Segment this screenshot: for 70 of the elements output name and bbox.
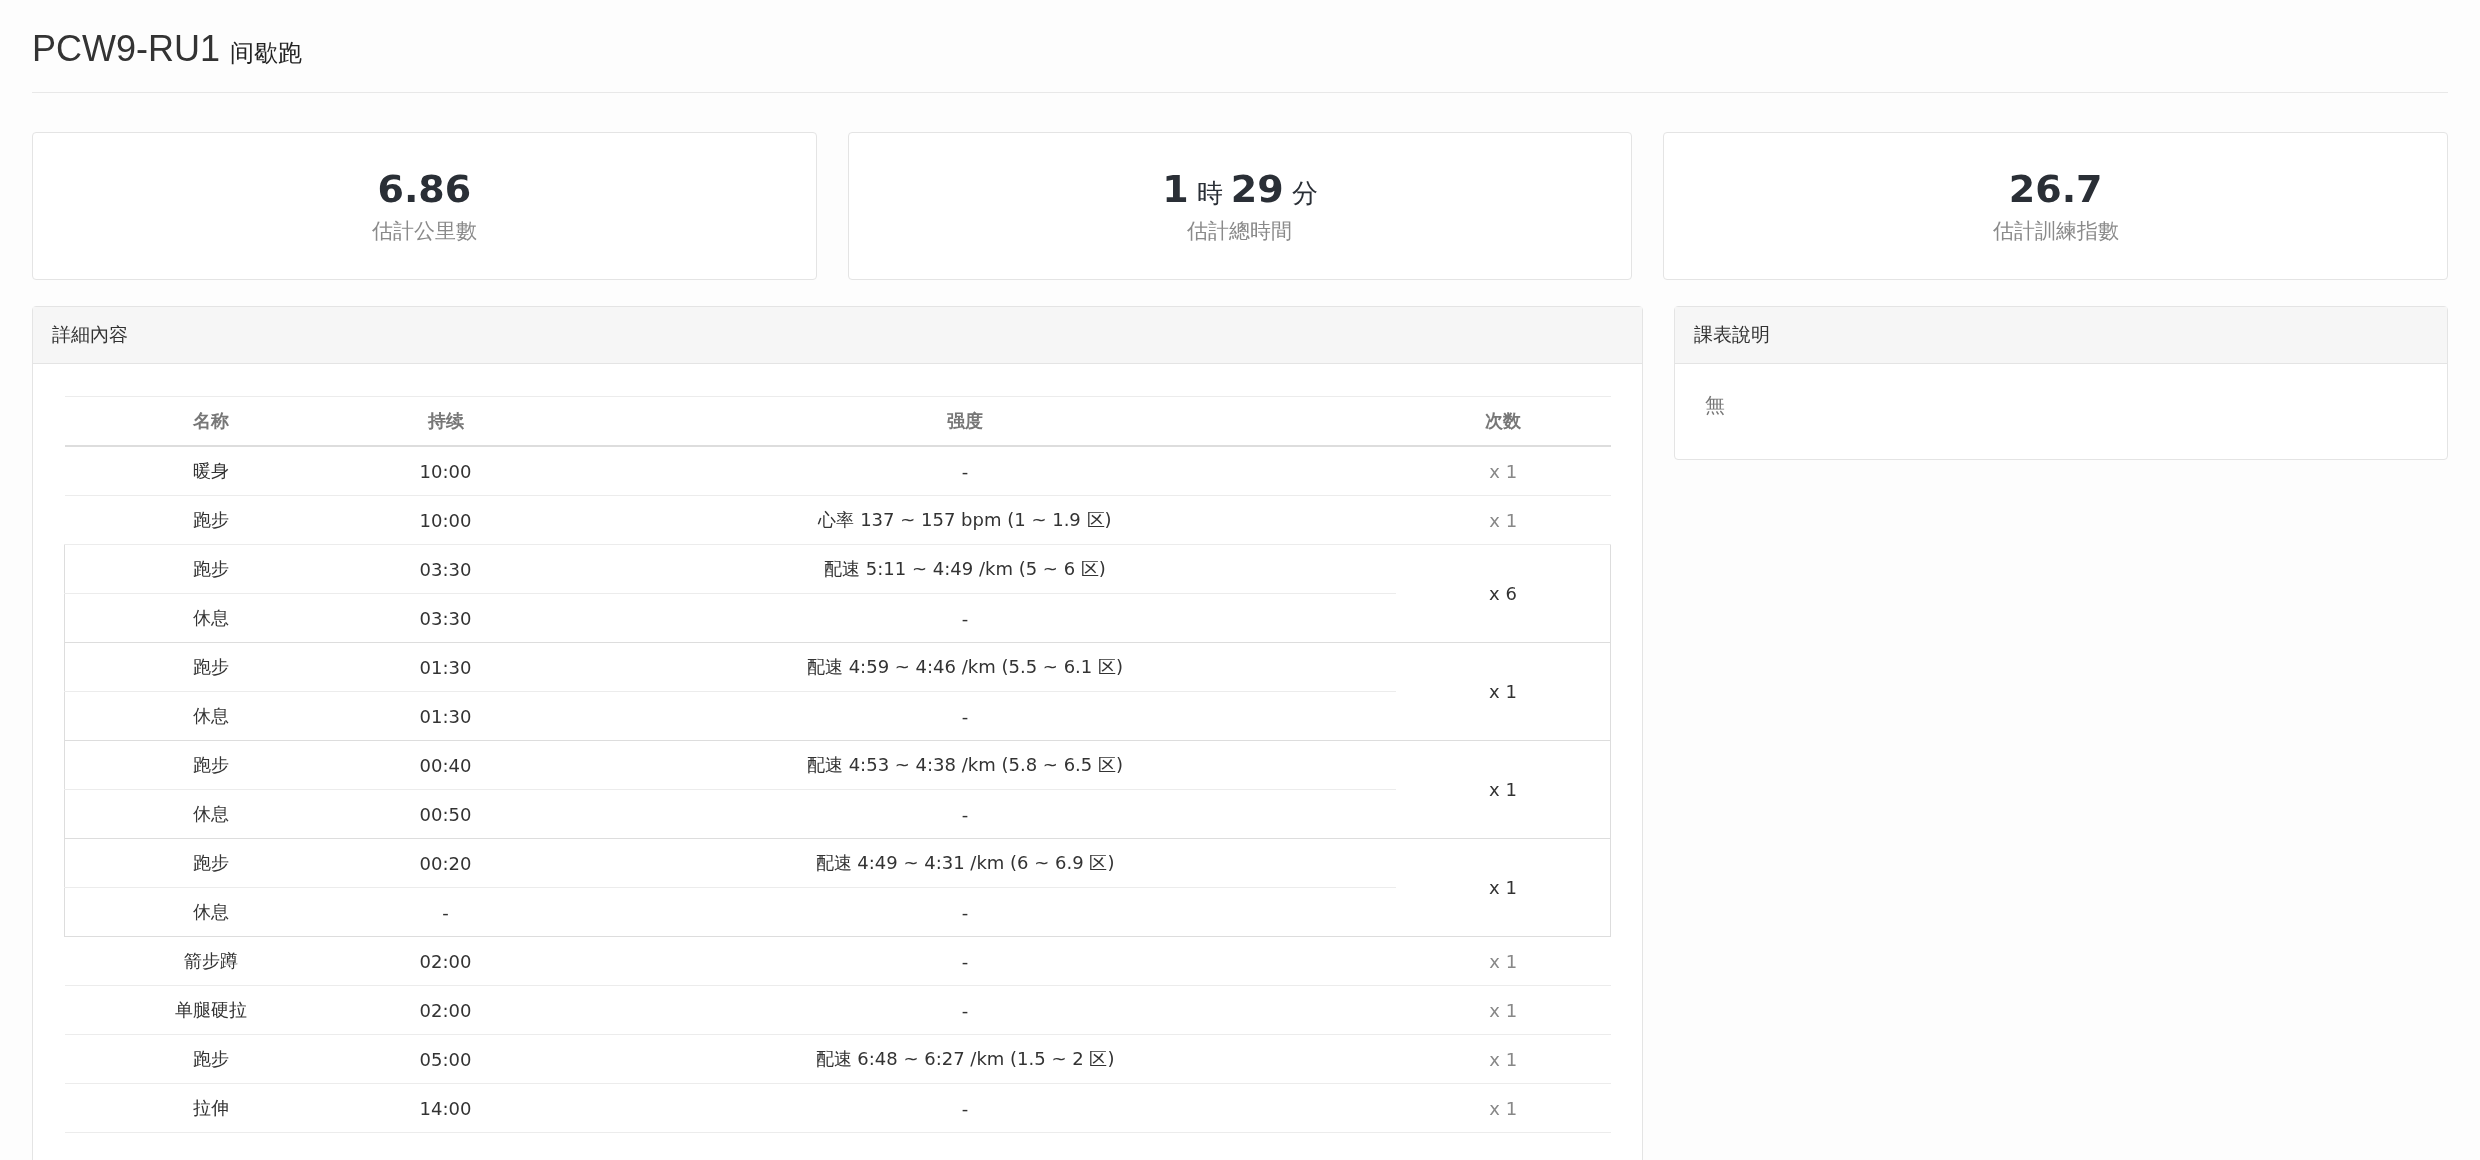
table-cell: -: [534, 985, 1396, 1035]
table-cell: 跑步: [64, 838, 357, 888]
stat-value: 26.7: [2008, 167, 2103, 211]
table-cell: x 1: [1396, 1034, 1611, 1084]
table-cell: x 1: [1396, 985, 1611, 1035]
stat-value: 29: [1230, 167, 1284, 211]
stat-unit: 分: [1291, 177, 1318, 210]
table-cell: 休息: [64, 691, 357, 741]
table-cell: x 1: [1396, 1083, 1611, 1133]
table-cell: 休息: [64, 789, 357, 839]
table-cell: 05:00: [357, 1034, 534, 1084]
table-cell: 02:00: [357, 985, 534, 1035]
table-cell: x 1: [1396, 495, 1611, 545]
table-cell: 03:30: [357, 593, 534, 643]
table-cell: 跑步: [64, 1034, 357, 1084]
table-cell: 00:50: [357, 789, 534, 839]
workout-name: 间歇跑: [230, 38, 302, 69]
table-cell: 14:00: [357, 1083, 534, 1133]
table-cell: 配速 4:59 ~ 4:46 /km (5.5 ~ 6.1 区): [534, 642, 1396, 692]
table-cell: -: [534, 691, 1396, 741]
table-cell: 单腿硬拉: [64, 985, 357, 1035]
table-cell: 配速 4:49 ~ 4:31 /km (6 ~ 6.9 区): [534, 838, 1396, 888]
page-title: PCW9-RU1: [32, 28, 220, 70]
table-cell: -: [534, 887, 1396, 937]
table-cell: x 1: [1396, 936, 1611, 986]
table-cell: 休息: [64, 593, 357, 643]
table-cell: 休息: [64, 887, 357, 937]
column-header: 名称: [64, 396, 357, 446]
table-cell: -: [357, 887, 534, 937]
table-cell: 02:00: [357, 936, 534, 986]
table-cell: x 6: [1396, 544, 1611, 643]
table-cell: 箭步蹲: [64, 936, 357, 986]
stat-label: 估計總時間: [1187, 218, 1293, 245]
table-cell: 暖身: [64, 446, 357, 496]
stat-unit: 時: [1196, 177, 1223, 210]
table-cell: x 1: [1396, 642, 1611, 741]
description-text: 無: [1705, 393, 1725, 417]
table-cell: 03:30: [357, 544, 534, 594]
column-header: 持续: [357, 396, 534, 446]
table-cell: 跑步: [64, 495, 357, 545]
table-cell: 10:00: [357, 495, 534, 545]
table-cell: 跑步: [64, 544, 357, 594]
table-cell: x 1: [1396, 838, 1611, 937]
stat-value: 6.86: [377, 167, 472, 211]
table-cell: -: [534, 1083, 1396, 1133]
panel-title: 課表說明: [1694, 322, 1770, 347]
table-cell: -: [534, 446, 1396, 496]
panel-title: 詳細內容: [52, 322, 128, 347]
table-cell: 01:30: [357, 642, 534, 692]
table-cell: 00:20: [357, 838, 534, 888]
table-cell: 拉伸: [64, 1083, 357, 1133]
table-cell: 心率 137 ~ 157 bpm (1 ~ 1.9 区): [534, 495, 1396, 545]
stat-label: 估計公里數: [371, 218, 477, 245]
table-cell: -: [534, 936, 1396, 986]
table-cell: -: [534, 593, 1396, 643]
table-cell: 10:00: [357, 446, 534, 496]
table-cell: 配速 5:11 ~ 4:49 /km (5 ~ 6 区): [534, 544, 1396, 594]
stat-value: 1: [1162, 167, 1189, 211]
table-cell: 跑步: [64, 642, 357, 692]
table-cell: 配速 4:53 ~ 4:38 /km (5.8 ~ 6.5 区): [534, 740, 1396, 790]
stat-label: 估計訓練指數: [1992, 218, 2119, 245]
column-header: 次数: [1396, 396, 1611, 446]
table-cell: -: [534, 789, 1396, 839]
column-header: 强度: [534, 396, 1396, 446]
table-cell: 跑步: [64, 740, 357, 790]
table-cell: 01:30: [357, 691, 534, 741]
table-cell: 00:40: [357, 740, 534, 790]
table-cell: 配速 6:48 ~ 6:27 /km (1.5 ~ 2 区): [534, 1034, 1396, 1084]
table-cell: x 1: [1396, 740, 1611, 839]
table-cell: x 1: [1396, 446, 1611, 496]
